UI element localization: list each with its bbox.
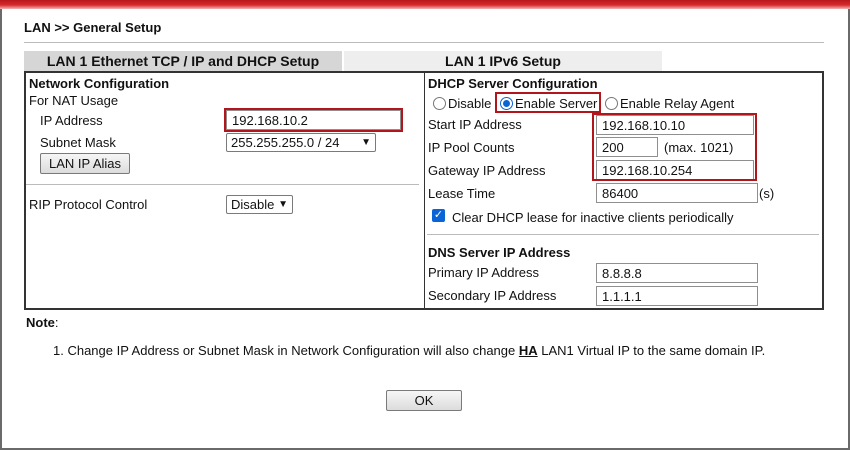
top-accent-bar bbox=[0, 0, 850, 9]
tab-ipv4-dhcp-setup[interactable]: LAN 1 Ethernet TCP / IP and DHCP Setup bbox=[24, 51, 342, 71]
lease-time-label: Lease Time bbox=[428, 186, 496, 201]
note-label: Note: bbox=[26, 315, 59, 330]
dhcp-mode-relay-label: Enable Relay Agent bbox=[620, 96, 735, 111]
lease-time-input[interactable] bbox=[596, 183, 758, 203]
clear-lease-checkbox[interactable]: ✓ bbox=[432, 209, 445, 222]
note-text: 1. Change IP Address or Subnet Mask in N… bbox=[53, 343, 766, 358]
ok-button[interactable]: OK bbox=[386, 390, 462, 411]
rip-protocol-value: Disable bbox=[231, 197, 275, 212]
primary-dns-label: Primary IP Address bbox=[428, 265, 540, 280]
page-title: LAN >> General Setup bbox=[24, 20, 162, 35]
left-section-divider bbox=[26, 184, 419, 185]
dns-heading: DNS Server IP Address bbox=[428, 245, 571, 260]
rip-protocol-label: RIP Protocol Control bbox=[29, 197, 148, 212]
ha-emphasis: HA bbox=[518, 343, 538, 358]
right-section-divider bbox=[427, 234, 819, 235]
clear-lease-label: Clear DHCP lease for inactive clients pe… bbox=[452, 210, 734, 225]
chevron-down-icon: ▼ bbox=[278, 199, 288, 210]
dhcp-mode-disable-radio[interactable] bbox=[433, 97, 446, 110]
primary-dns-input[interactable] bbox=[596, 263, 758, 283]
secondary-dns-label: Secondary IP Address bbox=[428, 288, 557, 303]
panel-column-divider bbox=[424, 71, 425, 310]
tab-ipv6-setup[interactable]: LAN 1 IPv6 Setup bbox=[344, 51, 662, 71]
subnet-mask-value: 255.255.255.0 / 24 bbox=[231, 135, 340, 150]
title-divider bbox=[24, 42, 824, 43]
dhcp-config-heading: DHCP Server Configuration bbox=[428, 76, 598, 91]
lease-time-unit: (s) bbox=[759, 186, 775, 201]
ip-address-highlight bbox=[224, 108, 403, 132]
lan-ip-alias-button[interactable]: LAN IP Alias bbox=[40, 153, 130, 174]
nat-usage-label: For NAT Usage bbox=[29, 93, 119, 108]
pool-counts-label: IP Pool Counts bbox=[428, 140, 515, 155]
network-config-heading: Network Configuration bbox=[29, 76, 170, 91]
dhcp-mode-relay-radio[interactable] bbox=[605, 97, 618, 110]
secondary-dns-input[interactable] bbox=[596, 286, 758, 306]
gateway-ip-label: Gateway IP Address bbox=[428, 163, 546, 178]
rip-protocol-select[interactable]: Disable ▼ bbox=[226, 195, 293, 214]
ip-address-label: IP Address bbox=[40, 113, 103, 128]
start-ip-label: Start IP Address bbox=[428, 117, 522, 132]
subnet-mask-label: Subnet Mask bbox=[40, 135, 116, 150]
dhcp-mode-disable-label: Disable bbox=[448, 96, 492, 111]
chevron-down-icon: ▼ bbox=[361, 137, 371, 148]
enable-server-highlight bbox=[495, 92, 601, 113]
dhcp-range-highlight bbox=[592, 113, 757, 181]
subnet-mask-select[interactable]: 255.255.255.0 / 24 ▼ bbox=[226, 133, 376, 152]
